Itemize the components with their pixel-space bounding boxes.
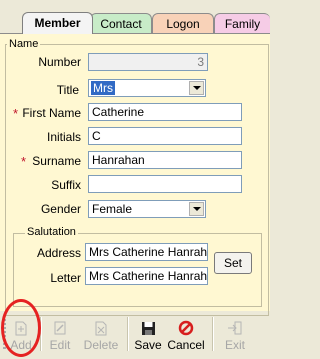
cancel-label: Cancel — [167, 338, 205, 352]
toolbar: Add Edit Delete Save Cancel Exit — [0, 310, 270, 359]
title-selected-value: Mrs — [91, 81, 115, 95]
first-name-field[interactable]: Catherine — [88, 103, 242, 121]
delete-label: Delete — [83, 338, 119, 352]
number-field: 3 — [88, 53, 208, 71]
gender-selected-value: Female — [92, 202, 133, 216]
chevron-down-icon[interactable] — [189, 81, 204, 95]
gender-label: Gender — [40, 202, 81, 216]
suffix-field[interactable] — [88, 175, 242, 193]
address-label: Address — [36, 246, 81, 260]
suffix-label: Suffix — [51, 178, 81, 192]
name-group-legend: Name — [7, 38, 41, 50]
required-marker: * — [21, 154, 27, 169]
delete-icon — [82, 319, 120, 337]
separator — [127, 317, 129, 351]
letter-label: Letter — [50, 271, 81, 285]
floppy-disk-icon — [133, 319, 163, 337]
required-marker: * — [13, 106, 19, 121]
exit-icon — [220, 319, 250, 337]
save-button[interactable]: Save — [133, 319, 163, 352]
surname-label: Surname — [32, 154, 81, 168]
gender-select[interactable]: Female — [88, 200, 206, 218]
chevron-down-icon[interactable] — [189, 202, 204, 216]
exit-label: Exit — [224, 338, 245, 352]
address-field[interactable]: Mrs Catherine Hanrahan — [85, 243, 208, 261]
number-label: Number — [38, 55, 81, 69]
surname-field[interactable]: Hanrahan — [88, 151, 242, 169]
tab-member[interactable]: Member — [22, 12, 93, 34]
separator — [212, 317, 214, 351]
cancel-button[interactable]: Cancel — [167, 319, 205, 352]
cancel-icon — [167, 319, 205, 337]
initials-field[interactable]: C — [88, 127, 242, 145]
initials-label: Initials — [46, 130, 81, 144]
exit-button[interactable]: Exit — [220, 319, 250, 352]
tab-logon[interactable]: Logon — [152, 13, 214, 33]
highlight-circle — [1, 299, 41, 357]
letter-field[interactable]: Mrs Catherine Hanrahan — [85, 267, 208, 285]
member-panel: Name Number 3 Title Mrs * First Name Cat… — [0, 33, 270, 316]
edit-label: Edit — [49, 338, 71, 352]
edit-icon — [45, 319, 75, 337]
delete-button[interactable]: Delete — [82, 319, 120, 352]
title-select[interactable]: Mrs — [88, 79, 206, 97]
tab-contact[interactable]: Contact — [90, 13, 152, 33]
first-name-label: First Name — [22, 106, 81, 120]
edit-button[interactable]: Edit — [45, 319, 75, 352]
salutation-group-legend: Salutation — [25, 226, 78, 238]
set-button[interactable]: Set — [214, 252, 252, 274]
title-label: Title — [56, 83, 79, 97]
tab-family[interactable]: Family — [214, 13, 270, 33]
save-label: Save — [134, 338, 162, 352]
